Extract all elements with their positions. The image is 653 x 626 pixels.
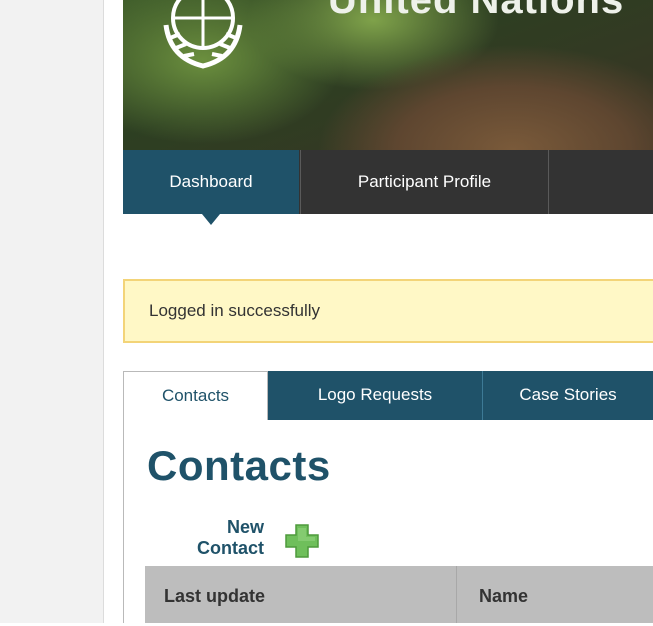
- banner-title: United Nations: [328, 0, 625, 22]
- header-banner: United Nations: [123, 0, 653, 150]
- column-divider: [456, 566, 457, 623]
- new-contact-label: New Contact: [197, 517, 264, 558]
- column-header-name[interactable]: Name: [479, 566, 528, 623]
- nav-tab-participant-profile[interactable]: Participant Profile: [300, 150, 549, 214]
- un-emblem-icon: [163, 0, 243, 69]
- column-header-last-update[interactable]: Last update: [164, 566, 265, 623]
- active-tab-indicator: [202, 214, 220, 225]
- table-header: Last update Name: [145, 566, 653, 623]
- main-nav: Dashboard Participant Profile: [123, 150, 653, 214]
- left-gutter: [0, 0, 104, 623]
- content-tabs: Contacts Logo Requests Case Stories: [123, 371, 653, 423]
- flash-message: Logged in successfully: [123, 279, 653, 343]
- nav-tab-dashboard[interactable]: Dashboard: [123, 150, 299, 214]
- tab-logo-requests[interactable]: Logo Requests: [268, 371, 483, 421]
- tab-contacts[interactable]: Contacts: [123, 371, 268, 423]
- plus-icon: [285, 524, 319, 558]
- new-contact-button[interactable]: New Contact: [160, 517, 330, 565]
- tab-case-stories[interactable]: Case Stories: [483, 371, 653, 421]
- page-title: Contacts: [147, 442, 331, 489]
